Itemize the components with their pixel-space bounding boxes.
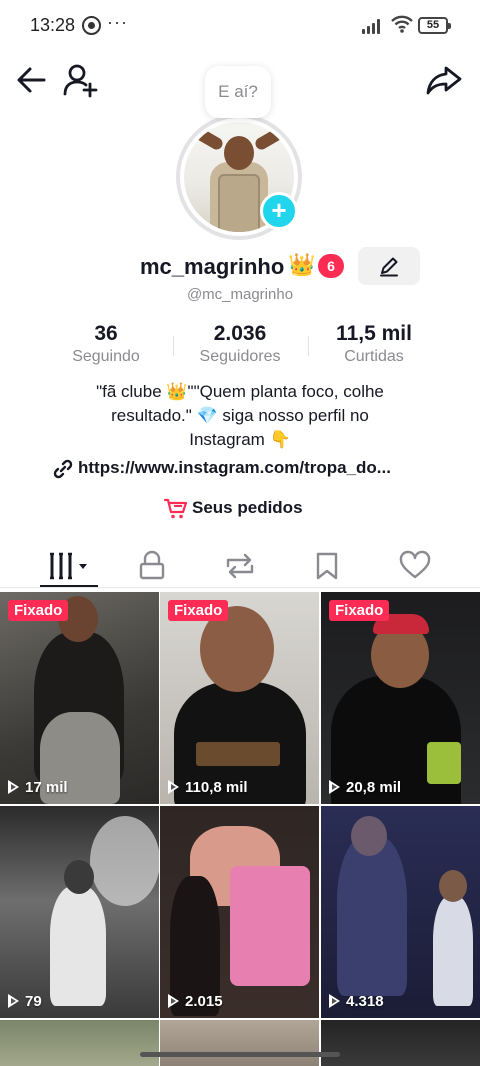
view-count-text: 20,8 mil bbox=[346, 779, 402, 796]
videos-grid-icon bbox=[50, 552, 87, 580]
more-notifications-icon: ··· bbox=[107, 12, 128, 32]
video-tile[interactable]: 79 bbox=[0, 806, 159, 1018]
play-icon bbox=[8, 780, 19, 794]
video-tile[interactable]: 4.318 bbox=[321, 806, 480, 1018]
bio-line: Instagram 👇 bbox=[189, 430, 291, 449]
bio-text: "fã clube 👑""Quem planta foco, colhe res… bbox=[40, 380, 440, 452]
lock-icon bbox=[139, 550, 165, 580]
status-bar: 13:28 ··· 55 bbox=[0, 0, 480, 52]
view-count-text: 4.318 bbox=[346, 993, 384, 1010]
video-tile[interactable]: Fixado 17 mil bbox=[0, 592, 159, 804]
pencil-icon bbox=[380, 257, 398, 277]
play-icon bbox=[8, 994, 19, 1008]
video-tile[interactable]: Fixado 110,8 mil bbox=[160, 592, 319, 804]
stat-followers[interactable]: 2.036 Seguidores bbox=[170, 322, 310, 366]
orders-label: Seus pedidos bbox=[192, 498, 303, 517]
view-count: 2.015 bbox=[168, 993, 223, 1010]
pinned-badge: Fixado bbox=[8, 600, 69, 621]
back-arrow-icon[interactable] bbox=[14, 62, 50, 98]
heart-icon bbox=[399, 550, 431, 579]
view-count: 110,8 mil bbox=[168, 779, 248, 796]
view-count-text: 110,8 mil bbox=[185, 779, 248, 796]
status-bubble[interactable]: E aí? bbox=[205, 66, 271, 118]
repost-icon bbox=[226, 553, 254, 579]
stat-value: 11,5 mil bbox=[336, 322, 412, 345]
bio-link-text: https://www.instagram.com/tropa_do... bbox=[78, 458, 391, 477]
signal-icon bbox=[362, 18, 384, 34]
videos-tab[interactable] bbox=[46, 548, 92, 584]
notification-badge[interactable]: 6 bbox=[318, 254, 344, 278]
bookmark-icon bbox=[316, 552, 338, 580]
status-time: 13:28 bbox=[30, 15, 76, 35]
stat-following[interactable]: 36 Seguindo bbox=[36, 322, 176, 366]
wifi-icon bbox=[391, 15, 413, 33]
stat-label: Seguindo bbox=[72, 348, 140, 365]
user-handle: @mc_magrinho bbox=[186, 286, 294, 303]
stat-value: 36 bbox=[94, 322, 118, 345]
play-icon bbox=[168, 780, 179, 794]
view-count: 79 bbox=[8, 993, 42, 1010]
username: mc_magrinho bbox=[140, 254, 285, 279]
stat-likes[interactable]: 11,5 mil Curtidas bbox=[304, 322, 444, 366]
bio-line: "fã clube 👑""Quem planta foco, colhe bbox=[96, 382, 384, 401]
tab-bar-divider bbox=[0, 587, 480, 588]
view-count: 17 mil bbox=[8, 779, 68, 796]
avatar-add-button[interactable]: + bbox=[260, 192, 298, 230]
video-tile[interactable] bbox=[160, 1020, 319, 1066]
orders-button[interactable]: Seus pedidos bbox=[164, 498, 303, 519]
add-user-icon[interactable] bbox=[62, 62, 102, 98]
play-icon bbox=[329, 994, 340, 1008]
link-icon bbox=[53, 459, 73, 479]
reposts-tab[interactable] bbox=[222, 548, 258, 584]
share-icon[interactable] bbox=[424, 62, 464, 98]
stat-value: 2.036 bbox=[213, 322, 267, 345]
view-count-text: 79 bbox=[25, 993, 42, 1010]
cart-icon bbox=[164, 498, 188, 519]
video-tile[interactable]: 2.015 bbox=[160, 806, 319, 1018]
edit-profile-button[interactable] bbox=[358, 247, 420, 285]
view-count: 4.318 bbox=[329, 993, 384, 1010]
stat-label: Seguidores bbox=[199, 348, 281, 365]
private-tab[interactable] bbox=[136, 548, 168, 584]
video-tile[interactable]: Fixado 20,8 mil bbox=[321, 592, 480, 804]
video-tile[interactable] bbox=[0, 1020, 159, 1066]
video-tile[interactable] bbox=[321, 1020, 480, 1066]
active-tab-indicator bbox=[40, 585, 98, 587]
view-count-text: 17 mil bbox=[25, 779, 68, 796]
pinned-badge: Fixado bbox=[168, 600, 229, 621]
favorites-tab[interactable] bbox=[312, 548, 342, 584]
bio-link[interactable]: https://www.instagram.com/tropa_do... bbox=[52, 458, 391, 479]
pinned-badge: Fixado bbox=[329, 600, 390, 621]
view-count-text: 2.015 bbox=[185, 993, 223, 1010]
crown-emoji: 👑 bbox=[288, 252, 316, 277]
stat-label: Curtidas bbox=[344, 348, 404, 365]
whatsapp-icon bbox=[82, 16, 101, 35]
liked-tab[interactable] bbox=[398, 548, 432, 584]
play-icon bbox=[329, 780, 340, 794]
view-count: 20,8 mil bbox=[329, 779, 401, 796]
play-icon bbox=[168, 994, 179, 1008]
battery-icon: 55 bbox=[418, 17, 451, 34]
bio-line: resultado." 💎 siga nosso perfil no bbox=[111, 406, 369, 425]
home-indicator[interactable] bbox=[140, 1052, 340, 1057]
